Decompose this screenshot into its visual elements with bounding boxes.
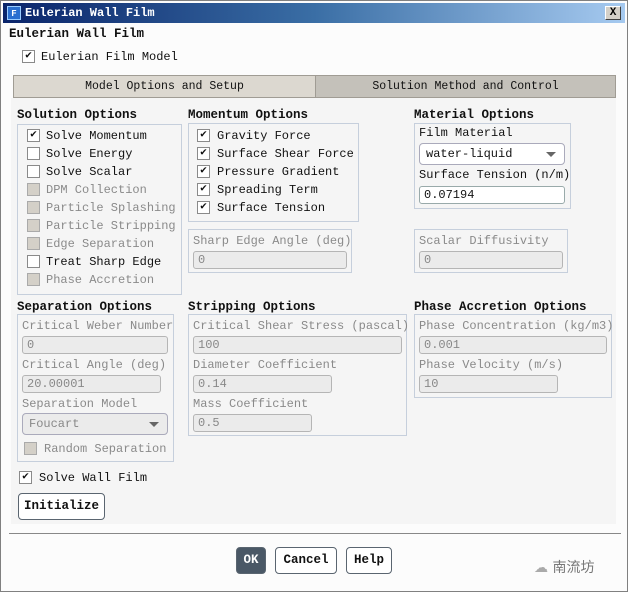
solution-option-label: Solve Scalar [46, 165, 133, 179]
solution-option-checkbox[interactable] [27, 183, 40, 196]
phase-velocity-label: Phase Velocity (m/s) [419, 358, 564, 372]
separation-options-heading: Separation Options [17, 300, 153, 314]
diameter-coefficient-input[interactable]: 0.14 [193, 375, 332, 393]
critical-angle-input[interactable]: 20.00001 [22, 375, 161, 393]
solution-option-checkbox[interactable] [27, 273, 40, 286]
separation-model-value: Foucart [29, 417, 80, 431]
eulerian-film-model-label: Eulerian Film Model [41, 50, 178, 64]
momentum-option-label: Pressure Gradient [217, 165, 340, 179]
momentum-option-checkbox[interactable]: ✔ [197, 183, 210, 196]
phase-concentration-label: Phase Concentration (kg/m3) [419, 319, 614, 333]
momentum-option-label: Surface Shear Force [217, 147, 354, 161]
solve-wall-film-checkbox[interactable]: ✔ [19, 471, 32, 484]
dialog-window: F Eulerian Wall Film X Eulerian Wall Fil… [0, 0, 628, 592]
phase-accretion-heading: Phase Accretion Options [414, 300, 587, 314]
momentum-option-label: Spreading Term [217, 183, 318, 197]
help-button[interactable]: Help [346, 547, 392, 574]
solution-option-label: Particle Stripping [46, 219, 176, 233]
solution-option-checkbox[interactable] [27, 237, 40, 250]
film-material-label: Film Material [419, 126, 513, 140]
film-material-select[interactable]: water-liquid [419, 143, 565, 165]
momentum-option-checkbox[interactable]: ✔ [197, 201, 210, 214]
eulerian-film-model-checkbox[interactable]: ✔ [22, 50, 35, 63]
stripping-options-heading: Stripping Options [188, 300, 316, 314]
window-title: Eulerian Wall Film [25, 6, 155, 20]
cancel-button[interactable]: Cancel [275, 547, 337, 574]
material-options-heading: Material Options [414, 108, 535, 122]
solution-option-checkbox[interactable] [27, 147, 40, 160]
mass-coefficient-input[interactable]: 0.5 [193, 414, 312, 432]
mass-coefficient-label: Mass Coefficient [193, 397, 309, 411]
title-bar[interactable]: F Eulerian Wall Film X [3, 3, 625, 23]
watermark-text: 南流坊 [552, 560, 595, 576]
watermark: ☁ 南流坊 [534, 557, 594, 577]
tab-solution-method[interactable]: Solution Method and Control [315, 75, 616, 98]
critical-shear-label: Critical Shear Stress (pascal) [193, 319, 410, 333]
surface-tension-label: Surface Tension (n/m) [419, 168, 571, 182]
solution-option-checkbox[interactable] [27, 255, 40, 268]
separation-model-select[interactable]: Foucart [22, 413, 168, 435]
critical-weber-input[interactable]: 0 [22, 336, 168, 354]
solution-option-checkbox[interactable] [27, 165, 40, 178]
solution-option-checkbox[interactable]: ✔ [27, 129, 40, 142]
surface-tension-input[interactable]: 0.07194 [419, 186, 565, 204]
momentum-option-checkbox[interactable]: ✔ [197, 129, 210, 142]
solution-option-label: Treat Sharp Edge [46, 255, 162, 269]
tab-model-options[interactable]: Model Options and Setup [13, 75, 316, 98]
momentum-option-checkbox[interactable]: ✔ [197, 165, 210, 178]
solution-options-heading: Solution Options [17, 108, 138, 122]
solution-option-label: Edge Separation [46, 237, 155, 251]
app-icon: F [7, 6, 21, 20]
random-separation-label: Random Separation [44, 442, 167, 456]
phase-concentration-input[interactable]: 0.001 [419, 336, 607, 354]
solution-option-label: Particle Splashing [46, 201, 176, 215]
solution-option-checkbox[interactable] [27, 219, 40, 232]
sharp-edge-angle-label: Sharp Edge Angle (deg) [193, 234, 352, 248]
initialize-button[interactable]: Initialize [18, 493, 105, 520]
solution-option-label: Phase Accretion [46, 273, 155, 287]
critical-weber-label: Critical Weber Number [22, 319, 174, 333]
solve-wall-film-label: Solve Wall Film [39, 471, 148, 485]
phase-velocity-input[interactable]: 10 [419, 375, 558, 393]
ok-button[interactable]: OK [236, 547, 266, 574]
momentum-option-label: Surface Tension [217, 201, 326, 215]
random-separation-checkbox[interactable] [24, 442, 37, 455]
separation-model-label: Separation Model [22, 397, 138, 411]
close-button[interactable]: X [605, 6, 621, 20]
solution-option-checkbox[interactable] [27, 201, 40, 214]
sharp-edge-angle-input[interactable]: 0 [193, 251, 347, 269]
diameter-coefficient-label: Diameter Coefficient [193, 358, 338, 372]
scalar-diffusivity-label: Scalar Diffusivity [419, 234, 549, 248]
critical-shear-input[interactable]: 100 [193, 336, 402, 354]
critical-angle-label: Critical Angle (deg) [22, 358, 167, 372]
solution-option-label: Solve Energy [46, 147, 133, 161]
momentum-option-checkbox[interactable]: ✔ [197, 147, 210, 160]
wechat-icon: ☁ [534, 560, 553, 576]
film-material-value: water-liquid [426, 147, 513, 161]
separator [9, 533, 621, 534]
solution-option-label: Solve Momentum [46, 129, 147, 143]
scalar-diffusivity-input[interactable]: 0 [419, 251, 563, 269]
chevron-down-icon [149, 422, 159, 427]
dialog-heading: Eulerian Wall Film [9, 27, 145, 41]
solution-option-label: DPM Collection [46, 183, 147, 197]
momentum-option-label: Gravity Force [217, 129, 311, 143]
momentum-options-heading: Momentum Options [188, 108, 309, 122]
chevron-down-icon [546, 152, 556, 157]
